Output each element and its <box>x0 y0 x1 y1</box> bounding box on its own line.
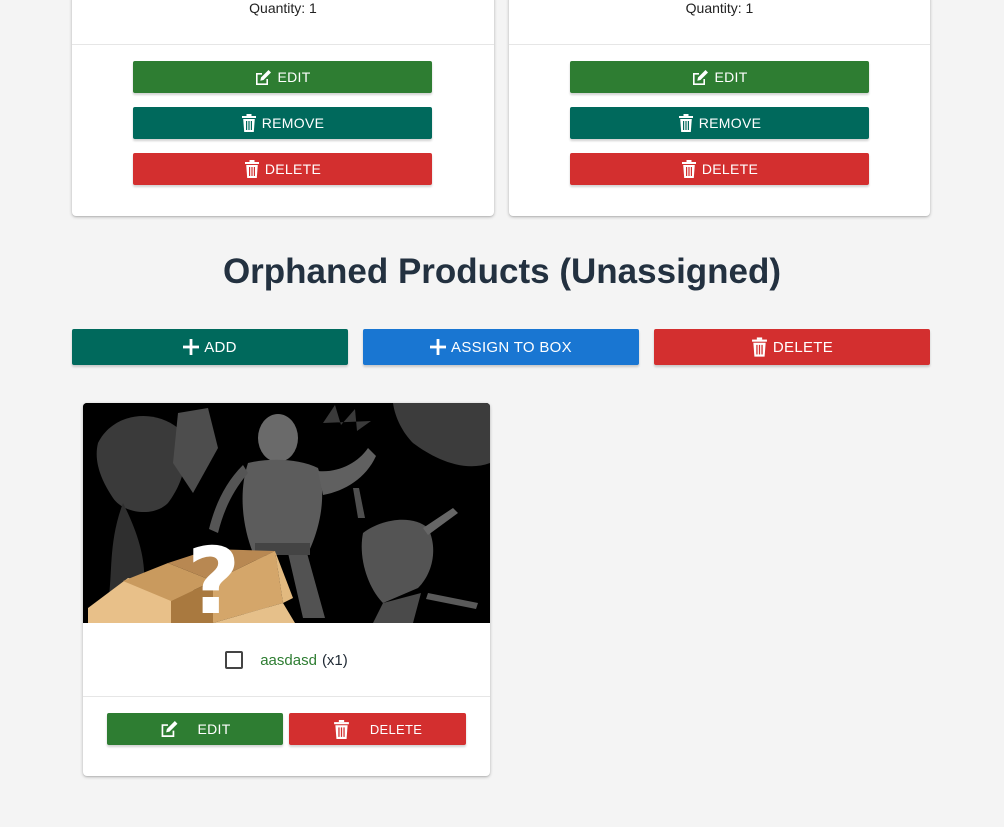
box-card: Quantity: 1 EDIT REMOVE DELETE <box>72 0 494 216</box>
delete-label: DELETE <box>369 721 423 737</box>
edit-box-button[interactable]: EDIT <box>133 61 432 93</box>
plus-icon <box>183 339 200 355</box>
trash-icon <box>241 114 256 132</box>
product-image: ? <box>83 403 490 623</box>
svg-text:?: ? <box>187 528 240 623</box>
assign-label: ASSIGN TO BOX <box>451 338 572 356</box>
delete-label: DELETE <box>772 338 834 356</box>
delete-box-button[interactable]: DELETE <box>570 153 869 185</box>
remove-label: REMOVE <box>261 115 325 131</box>
trash-icon <box>333 719 349 739</box>
product-row: aasdasd (x1) <box>83 651 490 669</box>
box-quantity: Quantity: 1 <box>249 0 317 16</box>
card-divider <box>72 44 494 45</box>
edit-box-button[interactable]: EDIT <box>570 61 869 93</box>
product-checkbox[interactable] <box>225 651 244 669</box>
edit-product-button[interactable]: EDIT <box>107 713 283 745</box>
remove-label: REMOVE <box>698 115 762 131</box>
edit-icon <box>162 721 178 737</box>
delete-label: DELETE <box>701 161 759 177</box>
edit-icon <box>693 69 709 85</box>
add-button[interactable]: ADD <box>72 329 348 365</box>
delete-selected-button[interactable]: DELETE <box>654 329 930 365</box>
delete-box-button[interactable]: DELETE <box>133 153 432 185</box>
trash-icon <box>751 337 767 357</box>
plus-icon <box>430 339 447 355</box>
section-title: Orphaned Products (Unassigned) <box>222 252 782 291</box>
add-label: ADD <box>204 338 237 356</box>
trash-icon <box>244 160 259 178</box>
product-card: ? aasdasd (x1) EDIT DELETE <box>83 403 490 776</box>
remove-box-button[interactable]: REMOVE <box>133 107 432 139</box>
edit-label: EDIT <box>197 721 231 737</box>
card-divider <box>83 696 490 697</box>
assign-to-box-button[interactable]: ASSIGN TO BOX <box>363 329 639 365</box>
box-card: Quantity: 1 EDIT REMOVE DELETE <box>509 0 930 216</box>
edit-label: EDIT <box>277 69 311 85</box>
box-quantity: Quantity: 1 <box>685 0 754 16</box>
remove-box-button[interactable]: REMOVE <box>570 107 869 139</box>
product-name-link[interactable]: aasdasd <box>260 652 317 669</box>
edit-icon <box>256 69 272 85</box>
trash-icon <box>678 114 693 132</box>
delete-label: DELETE <box>264 161 322 177</box>
miniatures-mystery-box-image: ? <box>83 403 490 623</box>
delete-product-button[interactable]: DELETE <box>289 713 466 745</box>
product-count: (x1) <box>321 651 348 669</box>
trash-icon <box>681 160 696 178</box>
edit-label: EDIT <box>714 69 748 85</box>
card-divider <box>509 44 930 45</box>
